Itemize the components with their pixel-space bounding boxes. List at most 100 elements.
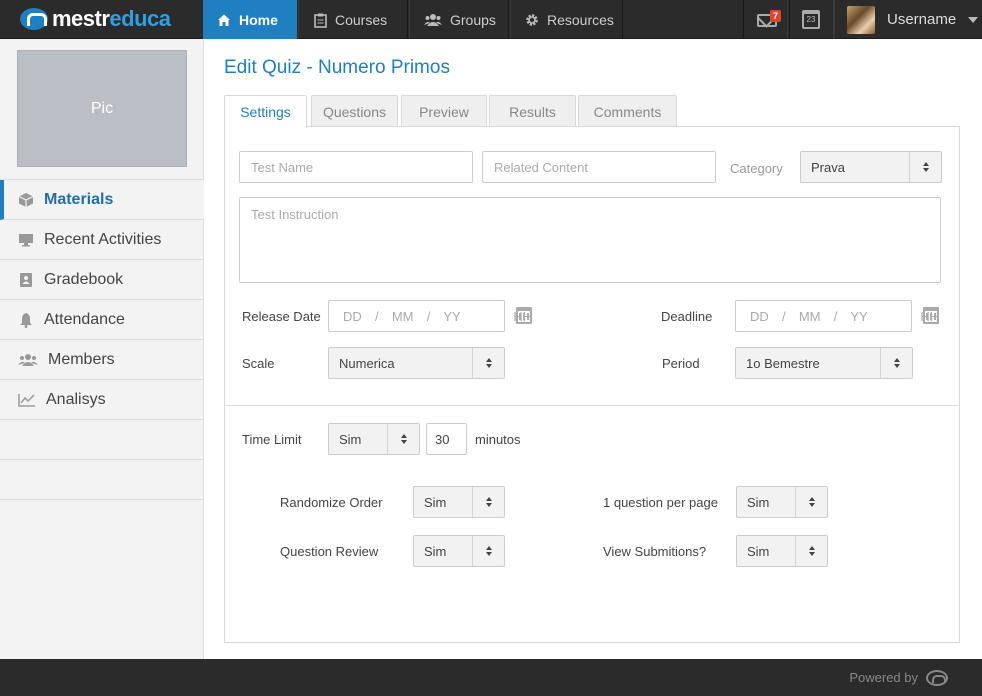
select-arrows-icon xyxy=(472,348,504,378)
select-arrows-icon xyxy=(472,487,504,517)
tab-preview[interactable]: Preview xyxy=(401,95,487,127)
app-logo[interactable]: mestr educa xyxy=(20,6,171,32)
test-name-placeholder: Test Name xyxy=(251,159,314,175)
calendar-icon[interactable] xyxy=(516,307,532,324)
footer: Powered by xyxy=(0,659,982,696)
bell-icon xyxy=(18,312,34,328)
nav-home[interactable]: Home xyxy=(203,0,297,39)
question-review-label: Question Review xyxy=(280,544,379,559)
avatar xyxy=(847,5,875,34)
randomize-order-select[interactable]: Sim xyxy=(413,486,505,518)
question-review-select[interactable]: Sim xyxy=(413,535,505,567)
view-submissions-value: Sim xyxy=(747,543,770,559)
test-instruction-textarea[interactable]: Test Instruction xyxy=(239,197,941,283)
sidebar-item-materials[interactable]: Materials xyxy=(0,180,204,220)
minutes-input[interactable]: 30 xyxy=(426,423,467,455)
test-name-input[interactable]: Test Name xyxy=(239,151,473,183)
category-value: Prava xyxy=(811,159,845,175)
nav-groups[interactable]: Groups xyxy=(409,0,509,39)
select-arrows-icon xyxy=(880,348,912,378)
brand-name-part-2: educa xyxy=(109,6,171,31)
question-per-page-value: Sim xyxy=(747,494,770,510)
deadline-placeholder: DD / MM / YY HH xyxy=(750,308,940,324)
course-picture: Pic xyxy=(17,50,187,167)
question-per-page-label: 1 question per page xyxy=(603,495,718,510)
sidebar-item-label: Materials xyxy=(44,190,114,208)
view-submissions-label: View Submitions? xyxy=(603,544,707,559)
tab-label: Results xyxy=(509,103,556,120)
logo-mark-icon xyxy=(20,8,48,30)
select-arrows-icon xyxy=(472,536,504,566)
time-limit-label: Time Limit xyxy=(242,432,302,447)
release-date-label: Release Date xyxy=(242,309,321,324)
clipboard-icon xyxy=(313,13,327,28)
release-date-input[interactable]: DD / MM / YY HH xyxy=(328,300,532,332)
gear-icon xyxy=(525,13,539,27)
chevron-down-icon xyxy=(968,16,979,23)
time-limit-select[interactable]: Sim xyxy=(328,423,420,455)
sidebar-item-label: Attendance xyxy=(44,310,125,328)
sidebar-item-gradebook[interactable]: Gradebook xyxy=(0,260,204,300)
randomize-order-value: Sim xyxy=(424,494,447,510)
nav-resources[interactable]: Resources xyxy=(510,0,623,39)
chart-icon xyxy=(18,393,36,407)
footer-logo-icon xyxy=(926,669,948,686)
tab-label: Settings xyxy=(240,104,291,120)
category-select[interactable]: Prava xyxy=(800,151,942,183)
sidebar-item-members[interactable]: Members xyxy=(0,340,204,380)
nav-home-label: Home xyxy=(239,11,278,28)
home-icon xyxy=(217,13,231,27)
tab-comments[interactable]: Comments xyxy=(578,95,677,127)
settings-panel: Test Name Related Content Category Prava… xyxy=(224,126,960,643)
release-date-placeholder: DD / MM / YY HH xyxy=(343,308,533,324)
sidebar-item-analisys[interactable]: Analisys xyxy=(0,380,204,420)
sidebar-item-attendance[interactable]: Attendance xyxy=(0,300,204,340)
sidebar-item-label: Recent Activities xyxy=(44,230,162,248)
tab-label: Preview xyxy=(419,103,469,120)
related-content-placeholder: Related Content xyxy=(494,159,588,175)
nav-resources-label: Resources xyxy=(547,11,614,28)
monitor-icon xyxy=(18,233,34,247)
select-arrows-icon xyxy=(909,152,941,182)
sidebar-item-label: Gradebook xyxy=(44,270,124,288)
brand-name-part-1: mestr xyxy=(52,6,110,31)
page-title: Edit Quiz - Numero Primos xyxy=(224,57,450,78)
sidebar: Pic Materials Recent Activities Gradeboo… xyxy=(0,39,204,659)
question-review-value: Sim xyxy=(424,543,447,559)
period-label: Period xyxy=(662,356,700,371)
nav-courses[interactable]: Courses xyxy=(298,0,408,39)
nav-groups-label: Groups xyxy=(450,11,496,28)
mail-badge: 7 xyxy=(770,10,782,22)
scale-label: Scale xyxy=(242,356,275,371)
sidebar-empty-row xyxy=(0,420,204,460)
period-value: 1o Bemestre xyxy=(746,355,820,371)
test-instruction-placeholder: Test Instruction xyxy=(251,207,339,222)
section-divider xyxy=(225,405,959,406)
randomize-order-label: Randomize Order xyxy=(280,495,383,510)
view-submissions-select[interactable]: Sim xyxy=(736,535,828,567)
tab-label: Questions xyxy=(322,103,387,120)
minutes-unit-label: minutos xyxy=(475,432,521,447)
user-menu[interactable]: Username xyxy=(834,0,982,39)
question-per-page-select[interactable]: Sim xyxy=(736,486,828,518)
tab-results[interactable]: Results xyxy=(489,95,576,127)
tab-settings[interactable]: Settings xyxy=(224,95,307,128)
messages-button[interactable]: 7 xyxy=(743,0,788,39)
related-content-input[interactable]: Related Content xyxy=(482,151,716,183)
gradebook-icon xyxy=(18,272,34,287)
members-icon xyxy=(18,353,38,367)
calendar-day: 23 xyxy=(806,15,816,24)
tab-questions[interactable]: Questions xyxy=(311,95,398,127)
username: Username xyxy=(887,11,957,28)
sidebar-item-recent-activities[interactable]: Recent Activities xyxy=(0,220,204,260)
sidebar-item-label: Analisys xyxy=(46,390,106,408)
calendar-button[interactable]: 23 xyxy=(789,0,834,39)
period-select[interactable]: 1o Bemestre xyxy=(735,347,913,379)
sidebar-item-label: Members xyxy=(48,350,115,368)
deadline-label: Deadline xyxy=(661,309,713,324)
deadline-input[interactable]: DD / MM / YY HH xyxy=(735,300,939,332)
calendar-icon: 23 xyxy=(802,10,820,29)
tab-label: Comments xyxy=(593,103,662,120)
calendar-icon[interactable] xyxy=(923,307,939,324)
scale-select[interactable]: Numerica xyxy=(328,347,505,379)
